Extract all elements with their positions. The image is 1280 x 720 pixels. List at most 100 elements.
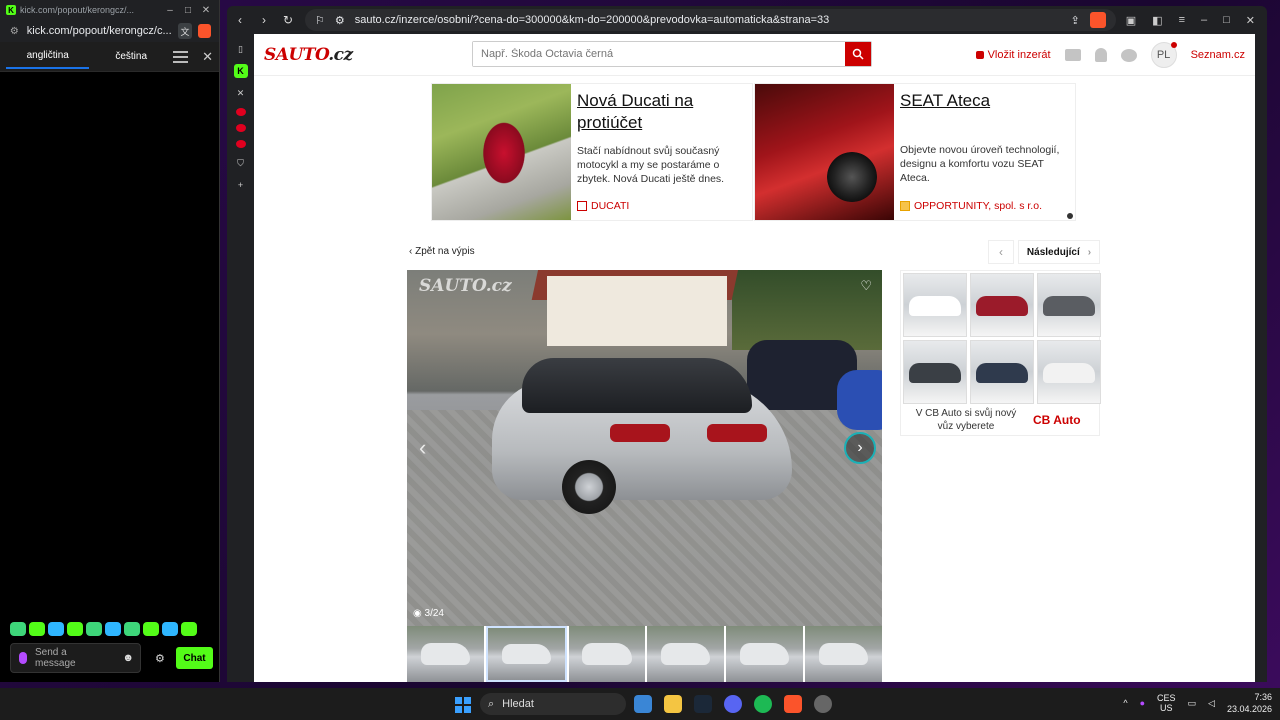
tab-english[interactable]: angličtina [6, 44, 90, 69]
next-listing-button[interactable]: Následující › [1018, 240, 1100, 264]
thumbnail[interactable] [485, 626, 567, 682]
cb-auto-ad[interactable]: V CB Auto si svůj nový vůz vyberete CB A… [900, 270, 1101, 436]
screenshot-icon[interactable]: ▣ [1126, 14, 1136, 27]
emote[interactable] [162, 622, 178, 636]
menu-icon[interactable]: ≡ [1179, 14, 1185, 27]
ad-title[interactable]: SEAT Ateca [900, 90, 1069, 112]
search-button[interactable] [845, 42, 871, 66]
brave-shield-icon[interactable] [198, 24, 211, 38]
emote[interactable] [181, 622, 197, 636]
emote[interactable] [105, 622, 121, 636]
ad-source[interactable]: DUCATI [577, 200, 629, 212]
cb-auto-logo[interactable]: CB Auto [1033, 413, 1081, 427]
sidebar-toggle-icon[interactable]: ◧ [1152, 14, 1162, 27]
emoji-icon[interactable]: ☻ [122, 652, 134, 664]
main-photo[interactable]: SAUTO.cz ♡ ‹ › ◉ 3/24 [407, 270, 882, 626]
site-info-icon[interactable]: ⚙ [335, 14, 345, 27]
previous-listing-button[interactable]: ‹ [988, 240, 1014, 264]
car-thumbnail[interactable] [1037, 273, 1101, 337]
chat-bubble-icon[interactable] [1120, 48, 1137, 62]
ad-ducati[interactable]: Nová Ducati na protiúčet Stačí nabídnout… [431, 83, 753, 221]
ad-title[interactable]: Nová Ducati na protiúčet [577, 90, 746, 134]
menu-icon[interactable] [172, 50, 189, 63]
car-thumbnail[interactable] [970, 340, 1034, 404]
taskbar-search[interactable]: ⌕ Hledat [480, 693, 626, 715]
app-icon[interactable] [814, 695, 832, 713]
ad-seat[interactable]: SEAT Ateca Objevte novou úroveň technolo… [754, 83, 1076, 221]
car-thumbnail[interactable] [970, 273, 1034, 337]
chat-message-input[interactable]: Send a message ☻ [10, 643, 141, 673]
forward-arrow-icon[interactable]: › [257, 13, 271, 27]
add-icon[interactable]: + [234, 178, 248, 192]
next-photo-button[interactable]: › [844, 432, 876, 464]
steam-icon[interactable] [694, 695, 712, 713]
site-info-icon[interactable]: ⚙ [8, 24, 21, 38]
emote[interactable] [124, 622, 140, 636]
discord-icon[interactable] [724, 695, 742, 713]
thumbnail[interactable] [726, 626, 804, 682]
chat-settings-icon[interactable]: ⚙ [155, 652, 165, 665]
mail-icon[interactable] [1064, 49, 1081, 61]
tab-czech[interactable]: čeština [89, 45, 172, 68]
previous-photo-icon[interactable]: ‹ [419, 435, 426, 461]
kick-icon[interactable]: K [233, 64, 248, 78]
insert-ad-link[interactable]: Vložit inzerát [975, 49, 1051, 61]
ad-image[interactable] [432, 84, 571, 220]
windows-start-icon[interactable] [455, 697, 471, 713]
network-icon[interactable]: ▭ [1188, 698, 1197, 709]
car-thumbnail[interactable] [903, 340, 967, 404]
volume-icon[interactable]: ◁ [1208, 698, 1215, 709]
emote[interactable] [67, 622, 83, 636]
close-button[interactable]: ✕ [1246, 14, 1255, 27]
emote[interactable] [143, 622, 159, 636]
widgets-icon[interactable] [634, 695, 652, 713]
favorite-heart-icon[interactable]: ♡ [860, 278, 872, 294]
maximize-button[interactable]: □ [181, 5, 195, 16]
thumbnail[interactable] [407, 626, 484, 682]
spotify-icon[interactable] [754, 695, 772, 713]
chat-send-button[interactable]: Chat [176, 647, 213, 669]
sauto-icon[interactable] [235, 140, 246, 148]
popup-url-text[interactable]: kick.com/popout/kerongcz/c... [27, 25, 172, 37]
close-icon[interactable]: ✕ [234, 86, 248, 100]
maximize-button[interactable]: □ [1223, 14, 1230, 27]
language-indicator[interactable]: CES US [1157, 693, 1176, 713]
close-icon[interactable]: ✕ [202, 49, 213, 65]
seznam-link[interactable]: Seznam.cz [1191, 49, 1245, 61]
chevron-up-icon[interactable]: ^ [1123, 698, 1127, 708]
sidebar-panel-icon[interactable]: ▯ [234, 42, 248, 56]
avatar[interactable]: PL [1150, 42, 1177, 68]
emote[interactable] [29, 622, 45, 636]
emote[interactable] [86, 622, 102, 636]
thumbnail[interactable] [805, 626, 882, 682]
file-explorer-icon[interactable] [664, 695, 682, 713]
shield-icon[interactable]: ⛉ [234, 156, 248, 170]
back-to-list-link[interactable]: ‹ Zpět na výpis [409, 246, 475, 257]
thumbnail[interactable] [647, 626, 725, 682]
bell-icon[interactable] [1094, 48, 1107, 62]
close-button[interactable]: ✕ [199, 5, 213, 16]
reload-icon[interactable]: ↻ [281, 13, 295, 27]
car-thumbnail[interactable] [1037, 340, 1101, 404]
share-icon[interactable]: ⇪ [1071, 14, 1080, 27]
translate-icon[interactable]: 文 [177, 23, 193, 39]
thumbnail[interactable] [568, 626, 646, 682]
sauto-icon[interactable] [235, 124, 246, 132]
back-arrow-icon[interactable]: ‹ [233, 13, 247, 27]
brave-icon[interactable] [784, 695, 802, 713]
adchoices-icon[interactable] [1067, 213, 1073, 219]
address-bar[interactable]: ⚐ ⚙ sauto.cz/inzerce/osobni/?cena-do=300… [305, 9, 1116, 31]
minimize-button[interactable]: – [163, 5, 177, 16]
address-text[interactable]: sauto.cz/inzerce/osobni/?cena-do=300000&… [355, 14, 1061, 26]
sauto-icon[interactable] [235, 108, 246, 116]
microphone-icon[interactable]: ● [1140, 698, 1145, 708]
minimize-button[interactable]: – [1201, 14, 1207, 27]
sauto-logo[interactable]: SAUTO.cz [264, 45, 353, 65]
ad-image[interactable] [755, 84, 894, 220]
bookmark-icon[interactable]: ⚐ [315, 14, 325, 27]
emote[interactable] [48, 622, 64, 636]
ad-source[interactable]: OPPORTUNITY, spol. s r.o. [900, 200, 1042, 212]
car-thumbnail[interactable] [903, 273, 967, 337]
brave-shield-icon[interactable] [1089, 12, 1106, 28]
clock[interactable]: 7:36 23.04.2026 [1227, 691, 1272, 715]
